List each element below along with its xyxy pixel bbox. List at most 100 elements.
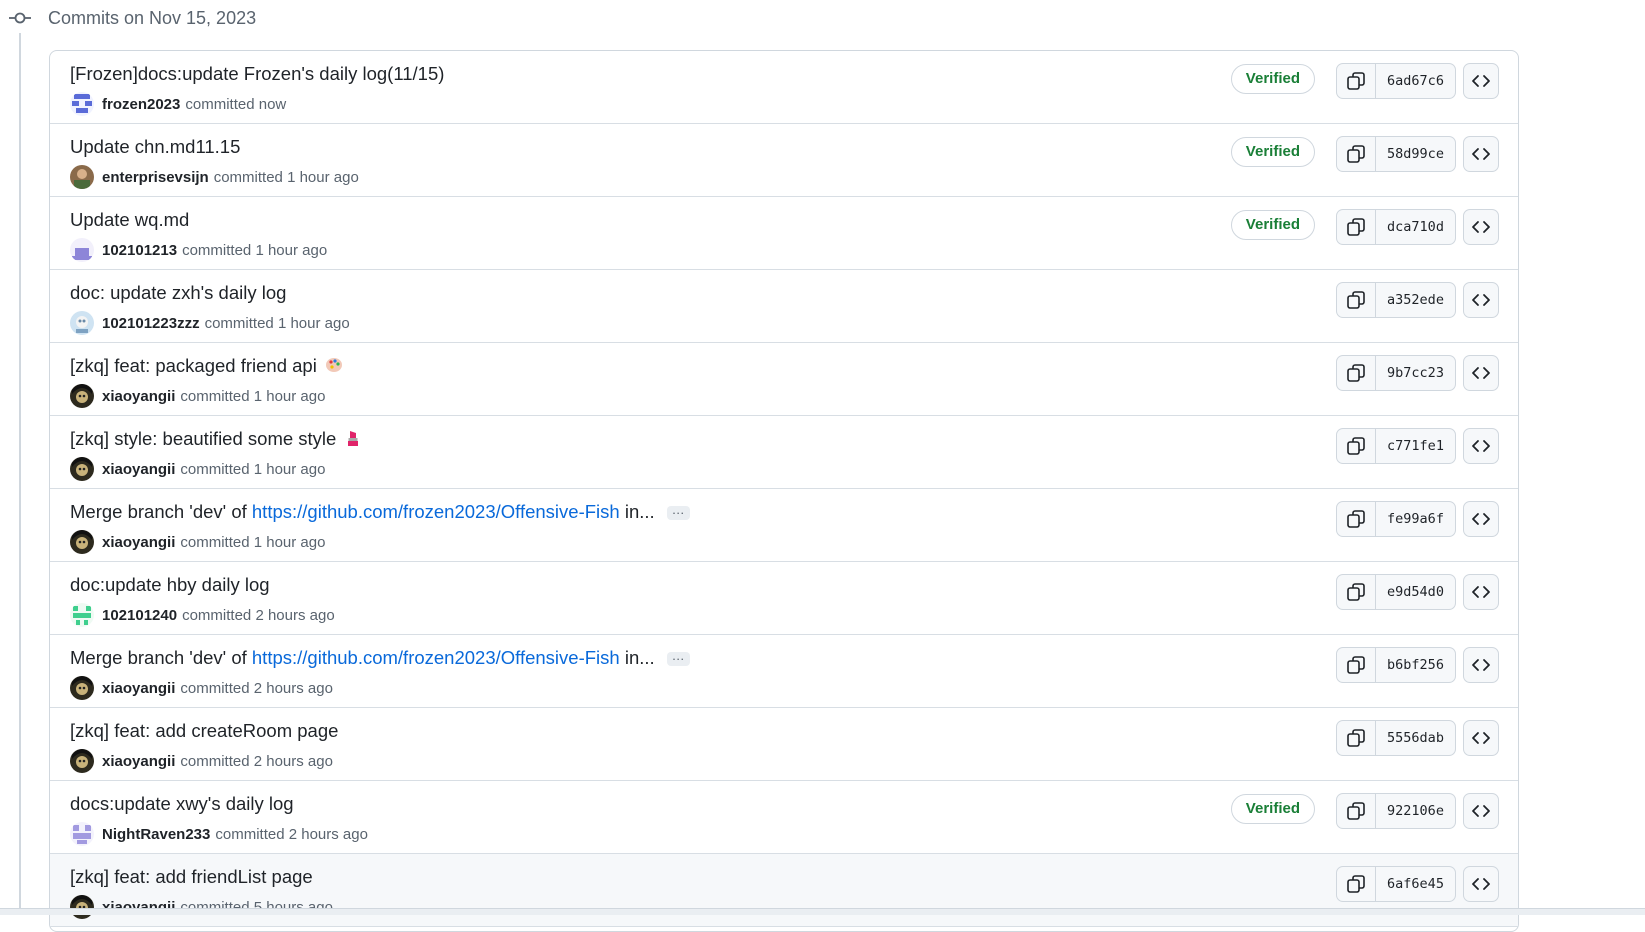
copy-sha-button[interactable] bbox=[1337, 283, 1376, 317]
commit-message[interactable]: [zkq] feat: add createRoom page bbox=[70, 720, 338, 742]
verified-badge[interactable]: Verified bbox=[1230, 64, 1315, 94]
commit-sha-link[interactable]: 9b7cc23 bbox=[1376, 356, 1455, 390]
avatar[interactable] bbox=[70, 603, 94, 627]
avatar[interactable] bbox=[70, 165, 94, 189]
verified-badge[interactable]: Verified bbox=[1230, 210, 1315, 240]
copy-sha-button[interactable] bbox=[1337, 356, 1376, 390]
copy-sha-button[interactable] bbox=[1337, 502, 1376, 536]
commit-sha-link[interactable]: 6ad67c6 bbox=[1376, 64, 1455, 98]
copy-sha-button[interactable] bbox=[1337, 794, 1376, 828]
browse-repository-button[interactable] bbox=[1463, 793, 1499, 829]
browse-repository-button[interactable] bbox=[1463, 574, 1499, 610]
commit-author[interactable]: 102101223zzz bbox=[102, 315, 200, 332]
sha-button-group: 9b7cc23 bbox=[1336, 355, 1456, 391]
commit-message[interactable]: doc:update hby daily log bbox=[70, 574, 270, 596]
copy-sha-button[interactable] bbox=[1337, 429, 1376, 463]
browse-repository-button[interactable] bbox=[1463, 647, 1499, 683]
avatar[interactable] bbox=[70, 457, 94, 481]
commit-message-text[interactable]: [zkq] feat: add friendList page bbox=[70, 866, 313, 887]
expand-message-button[interactable]: … bbox=[666, 503, 690, 521]
commit-message-suffix[interactable]: in... bbox=[620, 647, 655, 668]
copy-sha-button[interactable] bbox=[1337, 575, 1376, 609]
avatar[interactable] bbox=[70, 749, 94, 773]
verified-badge[interactable]: Verified bbox=[1230, 794, 1315, 824]
browse-repository-button[interactable] bbox=[1463, 355, 1499, 391]
commit-message-text[interactable]: [zkq] feat: packaged friend api bbox=[70, 355, 317, 376]
browse-repository-button[interactable] bbox=[1463, 866, 1499, 902]
copy-sha-button[interactable] bbox=[1337, 210, 1376, 244]
commit-message[interactable]: Update wq.md bbox=[70, 209, 189, 231]
commit-message-suffix[interactable]: in... bbox=[620, 501, 655, 522]
avatar[interactable] bbox=[70, 311, 94, 335]
commit-meta: xiaoyangii committed 1 hour ago bbox=[70, 457, 325, 481]
commit-group-title: Commits on Nov 15, 2023 bbox=[48, 8, 257, 28]
verified-badge[interactable]: Verified bbox=[1230, 137, 1315, 167]
commit-author[interactable]: 102101240 bbox=[102, 607, 177, 624]
commit-message-text[interactable]: [zkq] feat: add createRoom page bbox=[70, 720, 338, 741]
browse-repository-button[interactable] bbox=[1463, 720, 1499, 756]
commit-message[interactable]: doc: update zxh's daily log bbox=[70, 282, 286, 304]
commit-message[interactable]: [Frozen]docs:update Frozen's daily log(1… bbox=[70, 63, 444, 85]
avatar[interactable] bbox=[70, 238, 94, 262]
commit-author[interactable]: xiaoyangii bbox=[102, 753, 175, 770]
commit-message-text[interactable]: Update chn.md11.15 bbox=[70, 136, 240, 157]
commit-message-text[interactable]: doc: update zxh's daily log bbox=[70, 282, 286, 303]
commit-author[interactable]: frozen2023 bbox=[102, 96, 180, 113]
commit-author[interactable]: xiaoyangii bbox=[102, 680, 175, 697]
avatar[interactable] bbox=[70, 822, 94, 846]
commit-meta: xiaoyangii committed 2 hours ago bbox=[70, 749, 333, 773]
commit-message[interactable]: [zkq] feat: add friendList page bbox=[70, 866, 313, 888]
commit-message-link[interactable]: https://github.com/frozen2023/Offensive-… bbox=[252, 647, 620, 668]
sha-button-group: fe99a6f bbox=[1336, 501, 1456, 537]
browse-repository-button[interactable] bbox=[1463, 282, 1499, 318]
commit-message-text[interactable]: docs:update xwy's daily log bbox=[70, 793, 294, 814]
commit-meta: 102101223zzz committed 1 hour ago bbox=[70, 311, 350, 335]
commit-message-text[interactable]: Merge branch 'dev' of bbox=[70, 647, 252, 668]
commit-sha-link[interactable]: 58d99ce bbox=[1376, 137, 1455, 171]
commit-author[interactable]: enterprisevsijn bbox=[102, 169, 209, 186]
commit-sha-link[interactable]: dca710d bbox=[1376, 210, 1455, 244]
commit-sha-link[interactable]: e9d54d0 bbox=[1376, 575, 1455, 609]
code-icon bbox=[1471, 655, 1491, 675]
copy-sha-button[interactable] bbox=[1337, 721, 1376, 755]
commit-author[interactable]: xiaoyangii bbox=[102, 461, 175, 478]
commit-sha-link[interactable]: c771fe1 bbox=[1376, 429, 1455, 463]
commit-sha-link[interactable]: 922106e bbox=[1376, 794, 1455, 828]
commit-message[interactable]: Update chn.md11.15 bbox=[70, 136, 240, 158]
commit-message[interactable]: Merge branch 'dev' of https://github.com… bbox=[70, 647, 690, 669]
avatar[interactable] bbox=[70, 92, 94, 116]
commit-message-text[interactable]: [zkq] style: beautified some style bbox=[70, 428, 336, 449]
browse-repository-button[interactable] bbox=[1463, 209, 1499, 245]
commit-author[interactable]: 102101213 bbox=[102, 242, 177, 259]
commit-sha-link[interactable]: a352ede bbox=[1376, 283, 1455, 317]
commit-message[interactable]: docs:update xwy's daily log bbox=[70, 793, 294, 815]
avatar[interactable] bbox=[70, 676, 94, 700]
avatar[interactable] bbox=[70, 895, 94, 919]
avatar[interactable] bbox=[70, 530, 94, 554]
commit-sha-link[interactable]: fe99a6f bbox=[1376, 502, 1455, 536]
commit-message[interactable]: [zkq] feat: packaged friend api bbox=[70, 355, 343, 379]
browse-repository-button[interactable] bbox=[1463, 63, 1499, 99]
commit-message-text[interactable]: doc:update hby daily log bbox=[70, 574, 270, 595]
browse-repository-button[interactable] bbox=[1463, 136, 1499, 172]
commit-author[interactable]: xiaoyangii bbox=[102, 534, 175, 551]
browse-repository-button[interactable] bbox=[1463, 501, 1499, 537]
copy-sha-button[interactable] bbox=[1337, 648, 1376, 682]
expand-message-button[interactable]: … bbox=[666, 649, 690, 667]
copy-sha-button[interactable] bbox=[1337, 64, 1376, 98]
commit-message-link[interactable]: https://github.com/frozen2023/Offensive-… bbox=[252, 501, 620, 522]
commit-message-text[interactable]: [Frozen]docs:update Frozen's daily log(1… bbox=[70, 63, 444, 84]
copy-sha-button[interactable] bbox=[1337, 137, 1376, 171]
browse-repository-button[interactable] bbox=[1463, 428, 1499, 464]
avatar[interactable] bbox=[70, 384, 94, 408]
commit-message[interactable]: [zkq] style: beautified some style bbox=[70, 428, 362, 452]
commit-sha-link[interactable]: 6af6e45 bbox=[1376, 867, 1455, 901]
commit-message-text[interactable]: Update wq.md bbox=[70, 209, 189, 230]
commit-author[interactable]: NightRaven233 bbox=[102, 826, 210, 843]
commit-sha-link[interactable]: 5556dab bbox=[1376, 721, 1455, 755]
commit-message-text[interactable]: Merge branch 'dev' of bbox=[70, 501, 252, 522]
commit-sha-link[interactable]: b6bf256 bbox=[1376, 648, 1455, 682]
commit-message[interactable]: Merge branch 'dev' of https://github.com… bbox=[70, 501, 690, 523]
copy-sha-button[interactable] bbox=[1337, 867, 1376, 901]
commit-author[interactable]: xiaoyangii bbox=[102, 388, 175, 405]
